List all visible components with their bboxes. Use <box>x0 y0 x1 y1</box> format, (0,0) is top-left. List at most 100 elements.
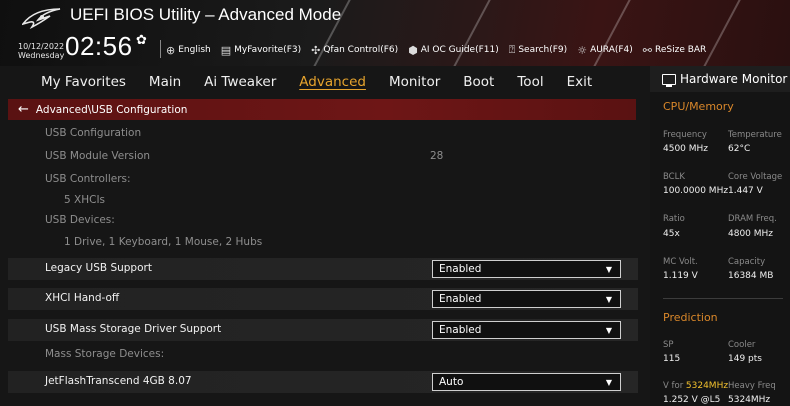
main-nav: My Favorites Main Ai Tweaker Advanced Mo… <box>0 68 650 96</box>
chevron-down-icon: ▼ <box>605 294 612 304</box>
day-value: Wednesday <box>18 51 65 60</box>
bclk-value: 100.0000 MHz <box>663 186 729 196</box>
prediction-section-title: Prediction <box>663 311 718 324</box>
dram-freq-label: DRAM Freq. <box>728 214 777 224</box>
legacy-usb-support-row[interactable]: Legacy USB Support Enabled ▼ <box>8 258 638 280</box>
tab-boot[interactable]: Boot <box>463 74 494 90</box>
language-button[interactable]: ⊕ English <box>166 44 211 57</box>
chevron-down-icon: ▼ <box>605 325 612 335</box>
chevron-down-icon: ▼ <box>605 264 612 274</box>
breadcrumb-path: Advanced\USB Configuration <box>35 103 188 116</box>
tab-main[interactable]: Main <box>149 74 181 90</box>
jetflash-device-dropdown[interactable]: Auto ▼ <box>432 373 621 391</box>
usb-mass-storage-driver-value: Enabled <box>439 324 482 336</box>
settings-list: USB Configuration USB Module Version 28 … <box>8 121 648 406</box>
monitor-icon <box>662 73 676 87</box>
ratio-label: Ratio <box>663 214 685 224</box>
tab-ai-tweaker[interactable]: Ai Tweaker <box>204 74 276 90</box>
usb-devices-label: USB Devices: <box>45 214 115 226</box>
hardware-monitor-header: Hardware Monitor <box>650 66 790 92</box>
usb-configuration-heading-row: USB Configuration <box>8 123 638 145</box>
usb-mass-storage-driver-label: USB Mass Storage Driver Support <box>45 323 222 335</box>
usb-controllers-value-row: 5 XHCIs <box>8 190 638 212</box>
ratio-value: 45x <box>663 229 680 239</box>
usb-module-version-row: USB Module Version 28 <box>8 146 638 168</box>
usb-controllers-label: USB Controllers: <box>45 173 131 185</box>
ai-oc-icon: ⬢ <box>408 43 418 57</box>
usb-mass-storage-driver-row[interactable]: USB Mass Storage Driver Support Enabled … <box>8 319 638 341</box>
capacity-label: Capacity <box>728 257 766 267</box>
fan-icon: ✣ <box>311 43 321 57</box>
heavy-freq-label: Heavy Freq <box>728 381 776 391</box>
cpu-memory-section-title: CPU/Memory <box>663 100 734 113</box>
date-display: 10/12/2022 Wednesday <box>18 42 64 60</box>
heavy-freq-value: 5324MHz <box>728 395 771 405</box>
usb-devices-value: 1 Drive, 1 Keyboard, 1 Mouse, 2 Hubs <box>64 236 263 248</box>
legacy-usb-support-label: Legacy USB Support <box>45 262 152 274</box>
ai-oc-label: AI OC Guide(F11) <box>420 45 499 55</box>
v-for-frequency-label: V for 5324MHz <box>663 381 728 391</box>
header-bar: UEFI BIOS Utility – Advanced Mode 10/12/… <box>0 0 790 66</box>
section-divider <box>663 298 783 299</box>
aura-button[interactable]: ☼ AURA(F4) <box>577 44 633 57</box>
toolbar: ⊕ English ▤ MyFavorite(F3) ✣ Qfan Contro… <box>166 42 716 58</box>
globe-icon: ⊕ <box>166 43 176 57</box>
capacity-value: 16384 MB <box>728 271 774 281</box>
search-button[interactable]: ⍰ Search(F9) <box>509 43 567 57</box>
jetflash-device-row[interactable]: JetFlashTranscend 4GB 8.07 Auto ▼ <box>8 371 638 393</box>
resize-bar-icon: ⚯ <box>642 43 652 57</box>
xhci-hand-off-dropdown[interactable]: Enabled ▼ <box>432 290 621 308</box>
myfavorite-label: MyFavorite(F3) <box>234 45 302 55</box>
core-voltage-value: 1.447 V <box>728 186 763 196</box>
temperature-label: Temperature <box>728 130 782 140</box>
frequency-value: 4500 MHz <box>663 144 709 154</box>
clock-display[interactable]: 02:56 <box>65 31 133 62</box>
temperature-value: 62°C <box>728 144 751 154</box>
mass-storage-devices-label: Mass Storage Devices: <box>45 348 165 360</box>
legacy-usb-support-value: Enabled <box>439 263 482 275</box>
date-value: 10/12/2022 <box>18 42 65 51</box>
usb-controllers-value: 5 XHCIs <box>64 194 106 206</box>
legacy-usb-support-dropdown[interactable]: Enabled ▼ <box>432 260 621 278</box>
xhci-hand-off-label: XHCI Hand-off <box>45 292 120 304</box>
v-for-frequency: 5324MHz <box>685 381 729 391</box>
favorite-icon: ▤ <box>220 43 232 57</box>
v-for-voltage-value: 1.252 V @L5 <box>663 395 721 405</box>
aura-icon: ☼ <box>577 43 588 57</box>
tab-my-favorites[interactable]: My Favorites <box>41 74 126 90</box>
rog-logo-icon <box>22 8 61 29</box>
resize-bar-label: ReSize BAR <box>655 45 707 55</box>
jetflash-device-value: Auto <box>439 376 464 388</box>
tab-tool[interactable]: Tool <box>517 74 543 90</box>
usb-controllers-row: USB Controllers: <box>8 169 638 191</box>
dram-freq-value: 4800 MHz <box>728 229 774 239</box>
mc-volt-label: MC Volt. <box>663 257 698 267</box>
usb-configuration-heading: USB Configuration <box>45 127 142 139</box>
breadcrumb: ← Advanced\USB Configuration <box>8 99 636 120</box>
usb-module-version-value: 28 <box>430 150 444 162</box>
frequency-label: Frequency <box>663 130 707 140</box>
core-voltage-label: Core Voltage <box>728 172 783 182</box>
resize-bar-button[interactable]: ⚯ ReSize BAR <box>643 44 707 57</box>
aura-label: AURA(F4) <box>590 45 633 55</box>
back-arrow-icon[interactable]: ← <box>18 102 29 117</box>
hardware-monitor-title: Hardware Monitor <box>680 72 788 86</box>
clock-settings-gear-icon[interactable]: ✿ <box>136 33 147 48</box>
tab-exit[interactable]: Exit <box>567 74 593 90</box>
tab-monitor[interactable]: Monitor <box>389 74 440 90</box>
search-label: Search(F9) <box>518 45 568 55</box>
ai-oc-guide-button[interactable]: ⬢ AI OC Guide(F11) <box>408 44 499 57</box>
search-icon: ⍰ <box>508 43 516 56</box>
jetflash-device-label: JetFlashTranscend 4GB 8.07 <box>45 375 192 387</box>
myfavorite-button[interactable]: ▤ MyFavorite(F3) <box>221 44 301 57</box>
cooler-value: 149 pts <box>728 354 762 364</box>
tab-advanced[interactable]: Advanced <box>299 74 366 90</box>
qfan-control-button[interactable]: ✣ Qfan Control(F6) <box>311 44 398 57</box>
usb-mass-storage-driver-dropdown[interactable]: Enabled ▼ <box>432 321 621 339</box>
sp-value: 115 <box>663 354 681 364</box>
window-title: UEFI BIOS Utility – Advanced Mode <box>70 5 342 24</box>
xhci-hand-off-row[interactable]: XHCI Hand-off Enabled ▼ <box>8 288 638 310</box>
usb-devices-value-row: 1 Drive, 1 Keyboard, 1 Mouse, 2 Hubs <box>8 232 638 254</box>
cooler-label: Cooler <box>728 340 756 350</box>
usb-module-version-label: USB Module Version <box>45 150 151 162</box>
